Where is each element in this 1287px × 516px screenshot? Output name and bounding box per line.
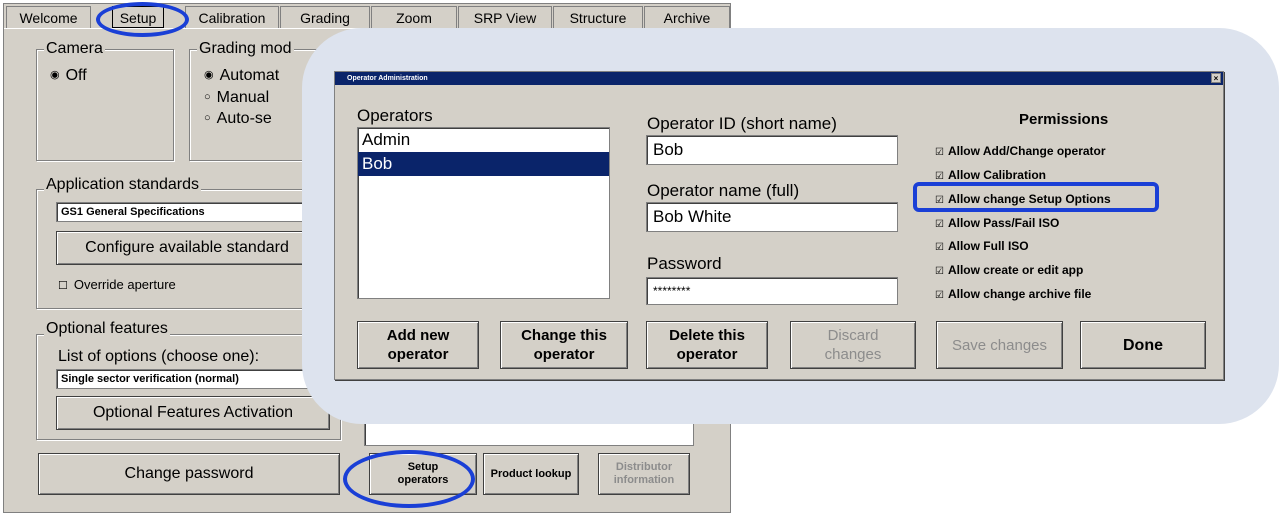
- operators-label: Operators: [357, 106, 433, 125]
- tab-grading[interactable]: Grading: [280, 6, 370, 28]
- permission-full-iso[interactable]: ☑ Allow Full ISO: [935, 239, 1029, 253]
- operator-name-input[interactable]: Bob White: [646, 202, 898, 232]
- grading-automatic-radio[interactable]: ◉ Automat: [204, 67, 279, 85]
- grading-manual-label: Manual: [216, 89, 270, 106]
- button-line2: changes: [824, 346, 882, 363]
- permissions-title: Permissions: [1019, 111, 1109, 128]
- permission-label: Allow change archive file: [947, 287, 1092, 301]
- tab-archive[interactable]: Archive: [644, 6, 730, 28]
- permission-label: Allow create or edit app: [947, 263, 1084, 277]
- grading-auto-select-label: Auto-se: [216, 110, 272, 127]
- password-input[interactable]: ********: [646, 277, 898, 305]
- grading-automatic-label: Automat: [219, 67, 280, 84]
- setup-options-highlight: [913, 182, 1159, 212]
- add-new-operator-button[interactable]: Add new operator: [357, 321, 479, 369]
- list-item[interactable]: Admin: [358, 128, 609, 152]
- close-icon[interactable]: ×: [1211, 73, 1221, 83]
- camera-off-label: Off: [65, 67, 87, 84]
- operator-name-label: Operator name (full): [647, 181, 800, 200]
- button-line2: operator: [387, 346, 449, 363]
- tab-zoom[interactable]: Zoom: [371, 6, 457, 28]
- camera-off-radio[interactable]: ◉ Off: [50, 67, 87, 85]
- permission-label: Allow Full ISO: [947, 239, 1029, 253]
- distributor-line2: information: [613, 474, 675, 486]
- permission-label: Allow Add/Change operator: [947, 144, 1106, 158]
- radio-empty-icon: ○: [204, 91, 211, 103]
- optional-features-title: Optional features: [44, 320, 170, 338]
- checkbox-empty-icon: ☐: [58, 280, 68, 292]
- permission-pass-fail-iso[interactable]: ☑ Allow Pass/Fail ISO: [935, 216, 1059, 230]
- app-standards-title: Application standards: [44, 176, 201, 194]
- tab-srp-view[interactable]: SRP View: [458, 6, 552, 28]
- list-item-selected[interactable]: Bob: [358, 152, 609, 176]
- app-standard-select[interactable]: GS1 General Specifications: [56, 202, 316, 222]
- permission-calibration[interactable]: ☑ Allow Calibration: [935, 168, 1046, 182]
- permission-label: Allow Calibration: [947, 168, 1046, 182]
- operators-list[interactable]: Admin Bob: [357, 127, 610, 299]
- option-select[interactable]: Single sector verification (normal): [56, 369, 316, 389]
- setup-operators-highlight: [343, 450, 475, 508]
- distributor-information-button: Distributor information: [598, 453, 690, 495]
- dialog-title: Operator Administration: [347, 75, 428, 82]
- change-password-button[interactable]: Change password: [38, 453, 340, 495]
- tab-welcome[interactable]: Welcome: [6, 6, 91, 28]
- operator-id-label: Operator ID (short name): [647, 114, 837, 133]
- checkbox-checked-icon: ☑: [935, 147, 944, 158]
- optional-features-activation-button[interactable]: Optional Features Activation: [56, 396, 330, 430]
- operator-administration-dialog: Operator Administration × Operators Admi…: [334, 71, 1224, 380]
- camera-group: [36, 49, 174, 161]
- checkbox-checked-icon: ☑: [935, 171, 944, 182]
- checkbox-checked-icon: ☑: [935, 266, 944, 277]
- tab-structure[interactable]: Structure: [553, 6, 643, 28]
- permission-create-edit-app[interactable]: ☑ Allow create or edit app: [935, 263, 1083, 277]
- done-button[interactable]: Done: [1080, 321, 1206, 369]
- button-line2: operator: [533, 346, 595, 363]
- checkbox-checked-icon: ☑: [935, 242, 944, 253]
- dialog-titlebar: Operator Administration ×: [335, 72, 1223, 85]
- camera-group-title: Camera: [44, 40, 105, 58]
- button-line2: operator: [676, 346, 738, 363]
- button-line1: Change this: [521, 327, 607, 344]
- button-line1: Add new: [386, 327, 450, 344]
- change-this-operator-button[interactable]: Change this operator: [500, 321, 628, 369]
- checkbox-checked-icon: ☑: [935, 290, 944, 301]
- permission-label: Allow Pass/Fail ISO: [947, 216, 1060, 230]
- save-changes-button: Save changes: [936, 321, 1063, 369]
- delete-this-operator-button[interactable]: Delete this operator: [646, 321, 768, 369]
- grading-auto-select-radio[interactable]: ○ Auto-se: [204, 110, 272, 128]
- tab-calibration[interactable]: Calibration: [185, 6, 279, 28]
- options-list-label: List of options (choose one):: [58, 348, 260, 365]
- operator-id-input[interactable]: Bob: [646, 135, 898, 165]
- grading-manual-radio[interactable]: ○ Manual: [204, 89, 269, 107]
- checkbox-checked-icon: ☑: [935, 219, 944, 230]
- info-field: [364, 422, 694, 446]
- radio-selected-icon: ◉: [50, 69, 60, 81]
- distributor-line1: Distributor: [615, 461, 673, 473]
- setup-tab-highlight: [96, 2, 189, 37]
- radio-empty-icon: ○: [204, 112, 211, 124]
- grading-group-title: Grading mod: [197, 40, 294, 58]
- configure-standards-button[interactable]: Configure available standard: [56, 231, 318, 265]
- override-aperture-checkbox[interactable]: ☐ Override aperture: [58, 277, 176, 292]
- discard-changes-button: Discard changes: [790, 321, 916, 369]
- product-lookup-button[interactable]: Product lookup: [483, 453, 579, 495]
- button-line1: Delete this: [669, 327, 745, 344]
- password-label: Password: [647, 254, 722, 273]
- button-line1: Discard: [827, 327, 879, 344]
- permission-add-change-operator[interactable]: ☑ Allow Add/Change operator: [935, 144, 1106, 158]
- radio-selected-icon: ◉: [204, 69, 214, 81]
- permission-change-archive-file[interactable]: ☑ Allow change archive file: [935, 287, 1091, 301]
- override-aperture-label: Override aperture: [73, 277, 176, 292]
